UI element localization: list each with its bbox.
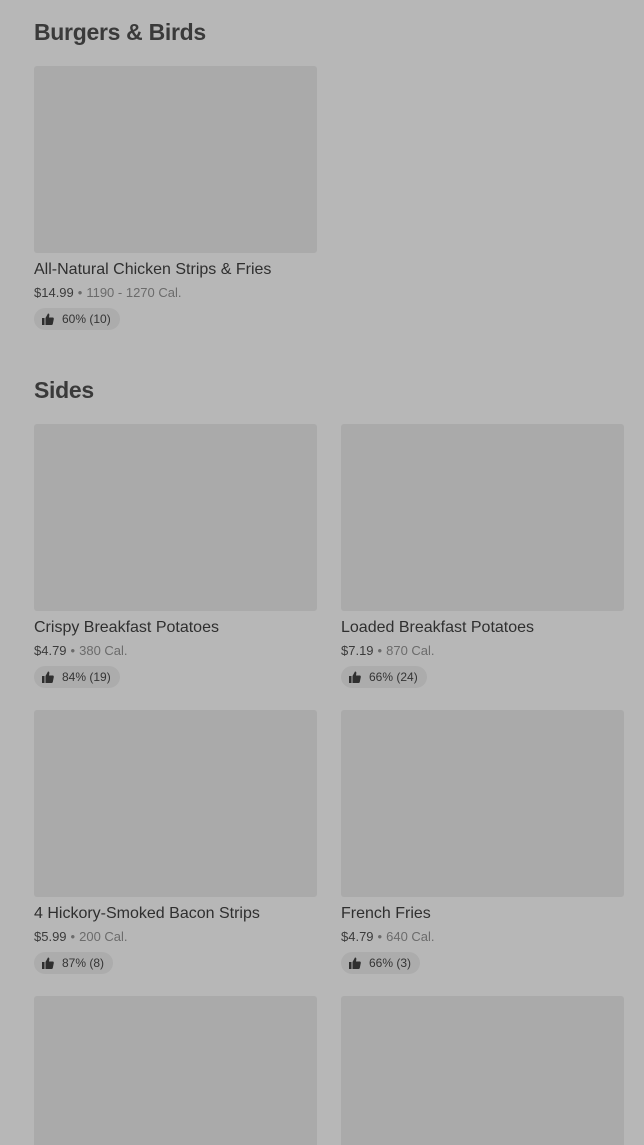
rating-text: 66% (24) [369, 670, 418, 684]
item-calories: 870 Cal. [386, 643, 435, 658]
rating-text: 60% (10) [62, 312, 111, 326]
item-price: $5.99 [34, 929, 67, 944]
menu-item-card[interactable]: Crispy Breakfast Potatoes $4.79 • 380 Cal.… [34, 424, 317, 688]
item-name: Crispy Breakfast Potatoes [34, 619, 219, 636]
menu-item-card-partial[interactable] [341, 996, 624, 1145]
item-price: $7.19 [341, 643, 374, 658]
item-price: $14.99 [34, 285, 74, 300]
item-image-placeholder[interactable] [34, 424, 317, 611]
separator-dot: • [377, 643, 383, 658]
item-price: $4.79 [34, 643, 67, 658]
rating-text: 87% (8) [62, 956, 105, 970]
item-image-placeholder[interactable] [34, 710, 317, 897]
item-price-calories: $5.99 • 200 Cal. [34, 929, 317, 944]
item-image-placeholder[interactable] [341, 424, 624, 611]
item-name: Loaded Breakfast Potatoes [341, 619, 535, 636]
section-title-sides: Sides [34, 377, 94, 403]
thumbs-up-icon [42, 313, 54, 325]
rating-badge: 66% (24) [341, 666, 427, 688]
separator-dot: • [377, 929, 383, 944]
item-price-calories: $7.19 • 870 Cal. [341, 643, 624, 658]
rating-badge: 66% (3) [341, 952, 421, 974]
separator-dot: • [70, 929, 76, 944]
rating-text: 66% (3) [369, 956, 412, 970]
menu-item-card[interactable]: Loaded Breakfast Potatoes $7.19 • 870 Cal.… [341, 424, 624, 688]
item-image-placeholder[interactable] [34, 66, 317, 253]
item-price-calories: $4.79 • 640 Cal. [341, 929, 624, 944]
item-image-placeholder[interactable] [341, 996, 624, 1145]
item-name: 4 Hickory-Smoked Bacon Strips [34, 905, 260, 922]
rating-text: 84% (19) [62, 670, 111, 684]
separator-dot: • [70, 643, 76, 658]
menu-item-card[interactable]: French Fries $4.79 • 640 Cal. 66% (3) [341, 710, 624, 974]
rating-badge: 60% (10) [34, 308, 120, 330]
item-price: $4.79 [341, 929, 374, 944]
thumbs-up-icon [42, 957, 54, 969]
item-name: All-Natural Chicken Strips & Fries [34, 261, 272, 278]
thumbs-up-icon [349, 671, 361, 683]
item-calories: 380 Cal. [79, 643, 128, 658]
item-name: French Fries [341, 905, 431, 922]
item-calories: 1190 - 1270 Cal. [86, 285, 182, 300]
item-price-calories: $4.79 • 380 Cal. [34, 643, 317, 658]
menu-item-card[interactable]: 4 Hickory-Smoked Bacon Strips $5.99 • 200 … [34, 710, 317, 974]
rating-badge: 84% (19) [34, 666, 120, 688]
item-calories: 640 Cal. [386, 929, 435, 944]
item-image-placeholder[interactable] [34, 996, 317, 1145]
thumbs-up-icon [349, 957, 361, 969]
menu-item-card[interactable]: All-Natural Chicken Strips & Fries $14.9… [34, 66, 317, 330]
section-title-burgers-birds: Burgers & Birds [34, 19, 206, 45]
menu-item-card-partial[interactable] [34, 996, 317, 1145]
thumbs-up-icon [42, 671, 54, 683]
item-image-placeholder[interactable] [341, 710, 624, 897]
item-price-calories: $14.99 • 1190 - 1270 Cal. [34, 285, 317, 300]
item-calories: 200 Cal. [79, 929, 128, 944]
separator-dot: • [77, 285, 83, 300]
rating-badge: 87% (8) [34, 952, 114, 974]
